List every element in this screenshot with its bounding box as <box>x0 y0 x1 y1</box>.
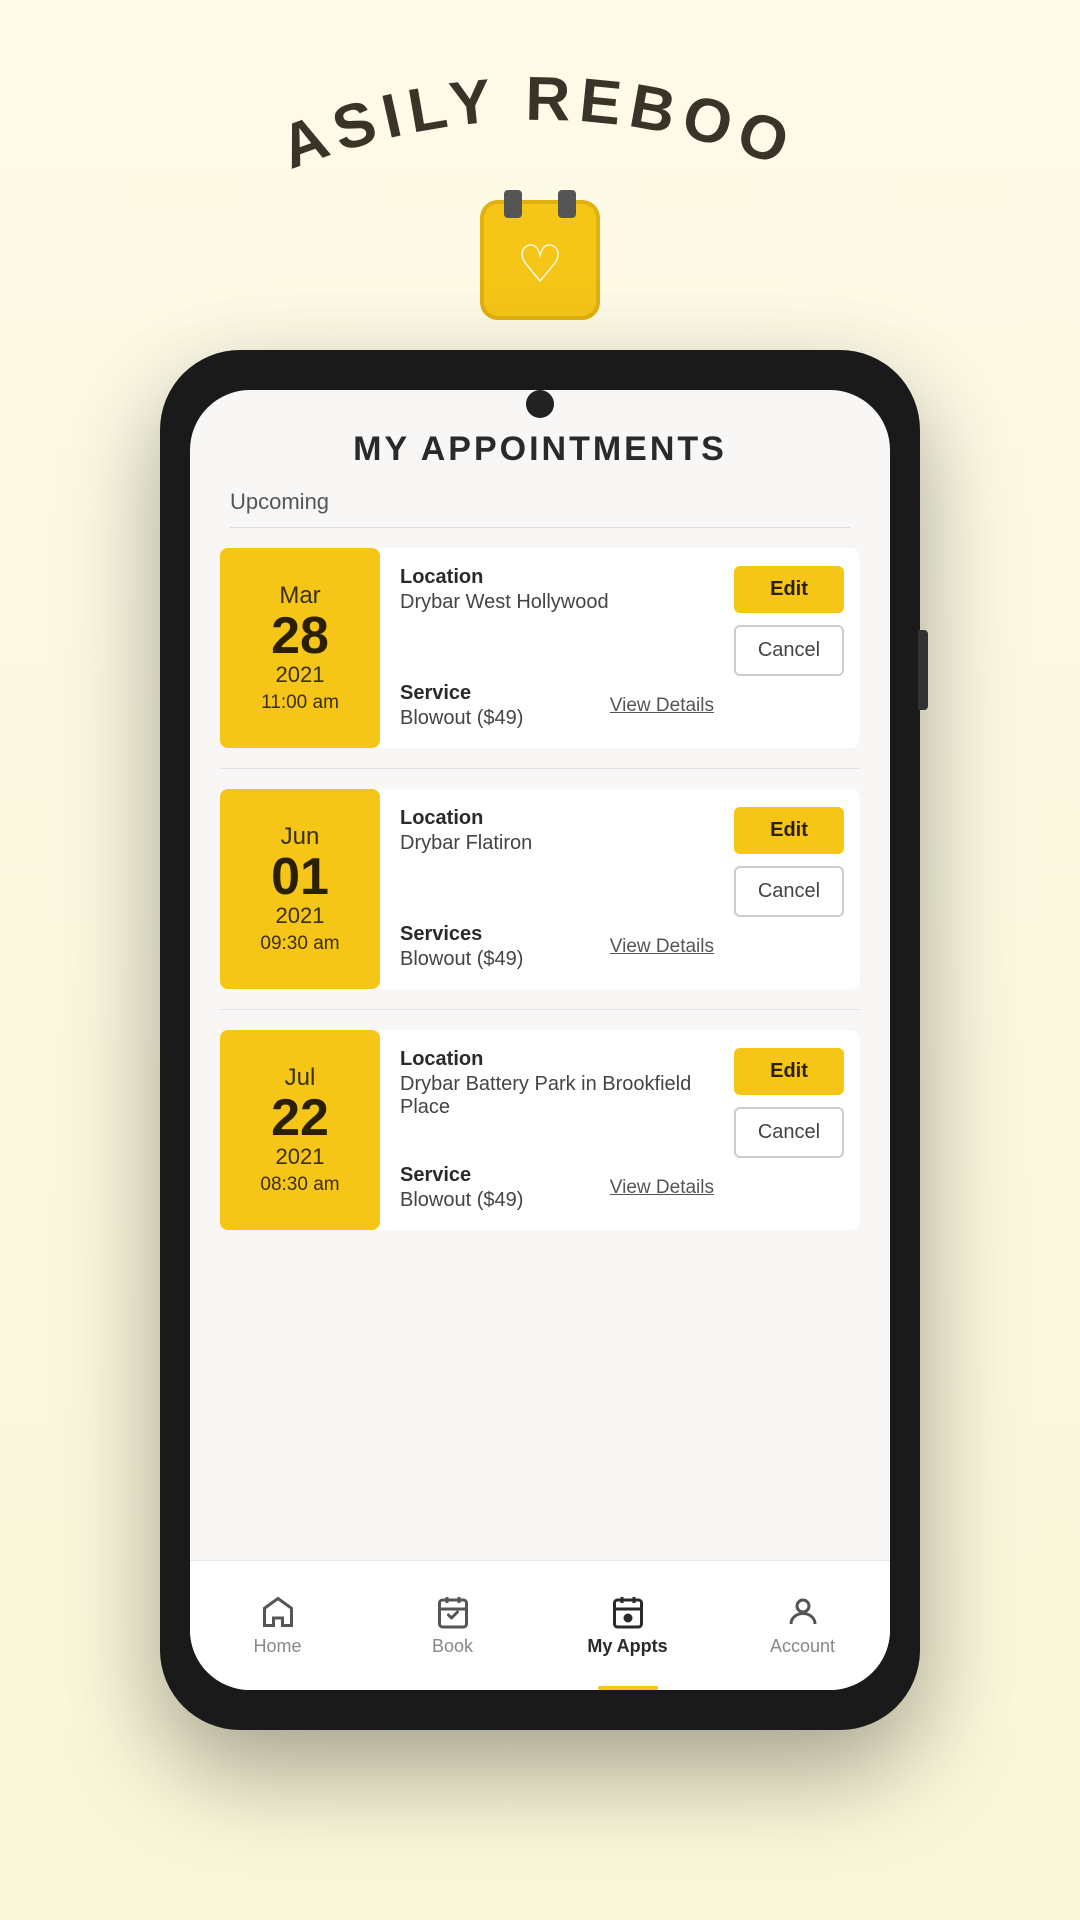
appointment-card-3: Jul 22 2021 08:30 am Location Drybar Bat… <box>220 1030 860 1230</box>
month-1: Mar <box>279 582 320 610</box>
ring-right <box>558 190 576 218</box>
my-appts-icon <box>610 1594 646 1630</box>
year-1: 2021 <box>276 662 325 688</box>
month-2: Jun <box>281 823 320 851</box>
svg-text:EASILY REBOOK: EASILY REBOOK <box>240 60 805 183</box>
home-icon <box>260 1594 296 1630</box>
cancel-button-1[interactable]: Cancel <box>734 625 844 676</box>
nav-account[interactable]: Account <box>715 1561 890 1690</box>
appointment-card-1: Mar 28 2021 11:00 am Location Drybar Wes… <box>220 548 860 748</box>
header-area: EASILY REBOOK ♡ <box>0 0 1080 350</box>
service-value-1: Blowout ($49) <box>400 707 523 730</box>
location-value-1: Drybar West Hollywood <box>400 591 714 614</box>
book-label: Book <box>432 1636 473 1657</box>
date-box-3: Jul 22 2021 08:30 am <box>220 1030 380 1230</box>
year-3: 2021 <box>276 1144 325 1170</box>
section-upcoming: Upcoming <box>190 489 890 527</box>
nav-my-appts[interactable]: My Appts <box>540 1561 715 1690</box>
time-1: 11:00 am <box>261 692 339 714</box>
time-3: 08:30 am <box>260 1174 339 1196</box>
location-section-2: Location Drybar Flatiron <box>400 807 714 855</box>
edit-button-1[interactable]: Edit <box>734 566 844 613</box>
bottom-nav: Home Book <box>190 1560 890 1690</box>
location-section-3: Location Drybar Battery Park in Brookfie… <box>400 1048 714 1119</box>
card-separator-2 <box>220 1009 860 1010</box>
phone-frame: MY APPOINTMENTS Upcoming Mar 28 2021 11:… <box>160 350 920 1730</box>
actions-1: Edit Cancel <box>734 548 860 748</box>
section-divider <box>230 527 850 528</box>
details-1: Location Drybar West Hollywood Service B… <box>380 548 734 748</box>
view-details-link-2[interactable]: View Details <box>610 936 714 958</box>
date-box-2: Jun 01 2021 09:30 am <box>220 789 380 989</box>
my-appts-label: My Appts <box>587 1636 667 1657</box>
appointments-list: Mar 28 2021 11:00 am Location Drybar Wes… <box>190 548 890 1270</box>
location-section-1: Location Drybar West Hollywood <box>400 566 714 614</box>
service-row-2: Services Blowout ($49) View Details <box>400 923 714 971</box>
view-details-link-1[interactable]: View Details <box>610 695 714 717</box>
location-value-3: Drybar Battery Park in Brookfield Place <box>400 1073 714 1119</box>
service-row-3: Service Blowout ($49) View Details <box>400 1164 714 1212</box>
actions-3: Edit Cancel <box>734 1030 860 1230</box>
nav-book[interactable]: Book <box>365 1561 540 1690</box>
calendar-rings <box>504 190 576 218</box>
camera-dot <box>526 390 554 418</box>
cancel-button-2[interactable]: Cancel <box>734 866 844 917</box>
side-button <box>918 630 928 710</box>
day-2: 01 <box>271 851 329 903</box>
day-1: 28 <box>271 610 329 662</box>
location-label-1: Location <box>400 566 714 589</box>
heart-symbol: ♡ <box>517 235 564 295</box>
appointment-card-2: Jun 01 2021 09:30 am Location Drybar Fla… <box>220 789 860 989</box>
location-value-2: Drybar Flatiron <box>400 832 714 855</box>
screen-inner[interactable]: MY APPOINTMENTS Upcoming Mar 28 2021 11:… <box>190 390 890 1560</box>
details-3: Location Drybar Battery Park in Brookfie… <box>380 1030 734 1230</box>
cancel-button-3[interactable]: Cancel <box>734 1107 844 1158</box>
location-label-2: Location <box>400 807 714 830</box>
service-label-1: Service <box>400 682 523 705</box>
year-2: 2021 <box>276 903 325 929</box>
month-3: Jul <box>285 1064 316 1092</box>
day-3: 22 <box>271 1092 329 1144</box>
service-label-2: Services <box>400 923 523 946</box>
date-box-1: Mar 28 2021 11:00 am <box>220 548 380 748</box>
service-value-3: Blowout ($49) <box>400 1189 523 1212</box>
account-label: Account <box>770 1636 835 1657</box>
phone-screen: MY APPOINTMENTS Upcoming Mar 28 2021 11:… <box>190 390 890 1690</box>
location-label-3: Location <box>400 1048 714 1071</box>
arc-title: EASILY REBOOK <box>240 60 840 190</box>
calendar-heart-icon: ♡ <box>480 200 600 320</box>
actions-2: Edit Cancel <box>734 789 860 989</box>
details-2: Location Drybar Flatiron Services Blowou… <box>380 789 734 989</box>
edit-button-2[interactable]: Edit <box>734 807 844 854</box>
service-row-1: Service Blowout ($49) View Details <box>400 682 714 730</box>
card-separator-1 <box>220 768 860 769</box>
nav-home[interactable]: Home <box>190 1561 365 1690</box>
account-icon <box>785 1594 821 1630</box>
ring-left <box>504 190 522 218</box>
book-icon <box>435 1594 471 1630</box>
view-details-link-3[interactable]: View Details <box>610 1177 714 1199</box>
service-value-2: Blowout ($49) <box>400 948 523 971</box>
time-2: 09:30 am <box>260 933 339 955</box>
service-label-3: Service <box>400 1164 523 1187</box>
edit-button-3[interactable]: Edit <box>734 1048 844 1095</box>
home-label: Home <box>253 1636 301 1657</box>
